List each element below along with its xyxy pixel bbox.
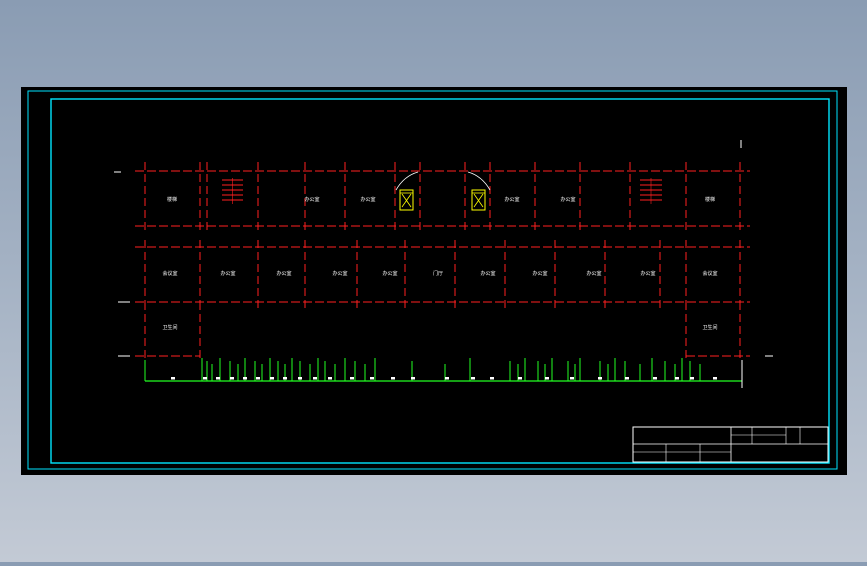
elevation-window-mark xyxy=(298,377,302,380)
room-label: 办公室 xyxy=(220,270,235,277)
room-label: 门厅 xyxy=(433,270,443,277)
elevation-window-mark xyxy=(570,377,574,380)
elevation-window-mark xyxy=(518,377,522,380)
room-label: 卫生间 xyxy=(162,324,177,331)
room-label: 楼梯 xyxy=(705,196,715,203)
room-label: 楼梯 xyxy=(167,196,177,203)
elevation-window-mark xyxy=(270,377,274,380)
elevation-window-mark xyxy=(391,377,395,380)
elevation-window-mark xyxy=(471,377,475,380)
elevation-window-mark xyxy=(625,377,629,380)
elevation-window-mark xyxy=(653,377,657,380)
room-label: 办公室 xyxy=(504,196,519,203)
room-label: 办公室 xyxy=(332,270,347,277)
elevation-window-mark xyxy=(171,377,175,380)
elevation-window-mark xyxy=(350,377,354,380)
elevation-window-mark xyxy=(230,377,234,380)
room-label: 办公室 xyxy=(360,196,375,203)
elevation-window-mark xyxy=(411,377,415,380)
room-label: 会议室 xyxy=(702,270,717,277)
elevation-window-mark xyxy=(243,377,247,380)
elevation-window-mark xyxy=(256,377,260,380)
room-label: 办公室 xyxy=(382,270,397,277)
elevation-window-mark xyxy=(445,377,449,380)
room-label: 办公室 xyxy=(276,270,291,277)
elevation-window-mark xyxy=(545,377,549,380)
room-label: 办公室 xyxy=(480,270,495,277)
elevation-window-mark xyxy=(713,377,717,380)
elevation-window-mark xyxy=(598,377,602,380)
elevation-window-mark xyxy=(690,377,694,380)
room-label: 办公室 xyxy=(304,196,319,203)
room-label: 卫生间 xyxy=(702,324,717,331)
room-label: 办公室 xyxy=(640,270,655,277)
elevation-window-mark xyxy=(203,377,207,380)
elevation-window-mark xyxy=(675,377,679,380)
elevation-window-mark xyxy=(490,377,494,380)
room-label: 会议室 xyxy=(162,270,177,277)
room-label: 办公室 xyxy=(586,270,601,277)
room-label: 办公室 xyxy=(560,196,575,203)
cad-viewport[interactable]: 楼梯 办公室 办公室 办公室 办公室 楼梯 会议室 办公室 办公室 办公室 办公室 门厅 办公室 办公室办… xyxy=(0,0,867,562)
cad-drawing: 楼梯 办公室 办公室 办公室 办公室 楼梯会议室 办公室 办公室 办公室 办公室 门厅 办公室 办公室办… xyxy=(21,87,847,475)
room-label: 办公室 xyxy=(532,270,547,277)
elevation-window-mark xyxy=(216,377,220,380)
elevation-window-mark xyxy=(283,377,287,380)
elevation-window-mark xyxy=(313,377,317,380)
elevation-window-mark xyxy=(370,377,374,380)
elevation-window-mark xyxy=(328,377,332,380)
